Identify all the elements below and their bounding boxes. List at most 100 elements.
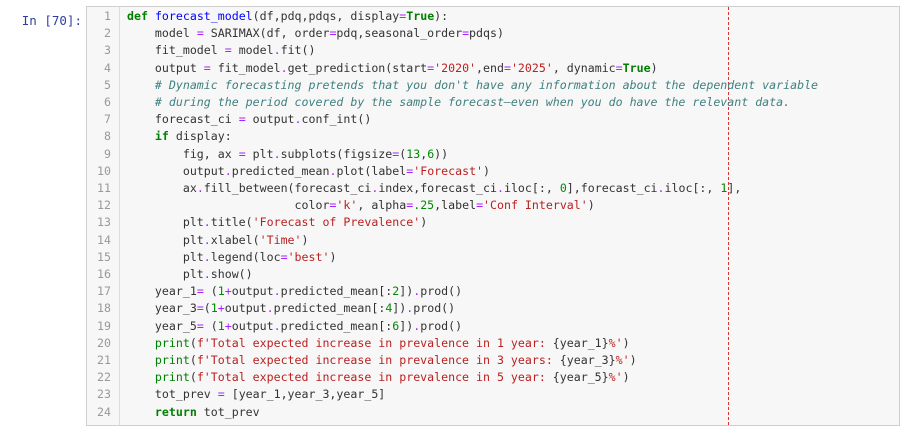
code-token: plt xyxy=(127,232,204,247)
code-text: year_3=(1+output.predicted_mean[:4]).pro… xyxy=(127,300,455,317)
code-text: forecast_ci = output.conf_int() xyxy=(127,111,371,128)
code-token: ) xyxy=(301,232,309,247)
code-line[interactable]: 6 # during the period covered by the sam… xyxy=(87,94,899,111)
code-token: plt xyxy=(127,249,204,264)
code-token: tot_prev xyxy=(127,387,218,402)
code-line[interactable]: 12 color='k', alpha=.25,label='Conf Inte… xyxy=(87,197,899,214)
code-text: output = fit_model.get_prediction(start =… xyxy=(127,60,658,77)
code-text: print(f'Total expected increase in preva… xyxy=(127,369,630,386)
code-token: )) xyxy=(434,146,449,161)
code-token: . xyxy=(203,215,211,230)
code-token: plt xyxy=(245,146,274,161)
code-token: fit_model xyxy=(127,43,225,58)
code-token: True xyxy=(622,60,651,75)
code-token: # Dynamic forecasting pretends that you … xyxy=(154,77,819,92)
code-token: ]) xyxy=(392,301,407,316)
code-token: 'best' xyxy=(287,249,330,264)
code-token: 1 xyxy=(217,284,225,299)
code-line[interactable]: 19 year_5= (1+output.predicted_mean[:6])… xyxy=(87,318,899,335)
code-line[interactable]: 7 forecast_ci = output.conf_int() xyxy=(87,111,899,128)
code-line[interactable]: 2 model = SARIMAX(df, order=pdq,seasonal… xyxy=(87,25,899,42)
code-text: def forecast_model(df,pdq,pdqs, display=… xyxy=(127,8,448,25)
code-line[interactable]: 23 tot_prev = [year_1,year_3,year_5] xyxy=(87,386,899,403)
code-token: fit() xyxy=(280,43,316,58)
code-text: plt.title('Forecast of Prevalence') xyxy=(127,214,427,231)
code-line[interactable]: 24 return tot_prev xyxy=(87,404,899,421)
code-line[interactable]: 11 ax.fill_between(forecast_ci.index,for… xyxy=(87,180,899,197)
code-line[interactable]: 10 output.predicted_mean.plot(label='For… xyxy=(87,163,899,180)
code-token: get_prediction(start xyxy=(287,60,428,75)
code-line[interactable]: 21 print(f'Total expected increase in pr… xyxy=(87,352,899,369)
code-line[interactable]: 9 fig, ax = plt.subplots(figsize=(13,6)) xyxy=(87,146,899,163)
code-token: return xyxy=(154,404,197,419)
code-token: . xyxy=(266,301,274,316)
code-line[interactable]: 5 # Dynamic forecasting pretends that yo… xyxy=(87,77,899,94)
code-line[interactable]: 15 plt.legend(loc='best') xyxy=(87,249,899,266)
code-token: output xyxy=(245,112,295,127)
code-line[interactable]: 18 year_3=(1+output.predicted_mean[:4]).… xyxy=(87,300,899,317)
code-token: = xyxy=(476,198,484,213)
code-line[interactable]: 14 plt.xlabel('Time') xyxy=(87,232,899,249)
code-token: display: xyxy=(168,129,232,144)
code-token: fit_model xyxy=(210,60,281,75)
code-token: . xyxy=(224,163,232,178)
code-token: xlabel( xyxy=(210,232,260,247)
code-token: (df,pdq,pdqs, display xyxy=(252,9,400,23)
code-line[interactable]: 3 fit_model = model.fit() xyxy=(87,42,899,59)
line-number: 11 xyxy=(97,181,111,195)
line-number: 16 xyxy=(97,267,111,281)
code-token: year_3 xyxy=(127,301,197,316)
code-token: plt xyxy=(127,215,204,230)
code-token: . xyxy=(203,249,211,264)
code-line[interactable]: 16 plt.show() xyxy=(87,266,899,283)
code-text: plt.legend(loc='best') xyxy=(127,249,337,266)
code-token: ,label xyxy=(434,198,477,213)
code-text: return tot_prev xyxy=(127,404,260,421)
code-token: prod() xyxy=(420,318,463,333)
code-line[interactable]: 1 def forecast_model(df,pdq,pdqs, display… xyxy=(87,8,899,25)
code-token: [year_1,year_3,year_5] xyxy=(224,387,386,402)
code-line[interactable]: 4 output = fit_model.get_prediction(star… xyxy=(87,60,899,77)
code-token: print xyxy=(154,353,190,367)
code-token: + xyxy=(224,318,232,333)
code-token: forecast_ci xyxy=(127,112,239,127)
code-token: ) xyxy=(420,215,428,230)
code-token: 'Forecast' xyxy=(413,163,484,178)
code-text: output.predicted_mean.plot(label='Foreca… xyxy=(127,163,490,180)
code-line[interactable]: 20 print(f'Total expected increase in pr… xyxy=(87,335,899,352)
code-token: ax xyxy=(127,181,197,195)
line-number: 13 xyxy=(97,215,111,230)
line-number: 3 xyxy=(104,43,111,58)
code-token: # during the period covered by the sampl… xyxy=(154,95,791,109)
code-text: if display: xyxy=(127,128,232,145)
code-token: . xyxy=(273,43,281,58)
code-token: show() xyxy=(210,267,253,281)
code-token: fig, ax xyxy=(127,146,239,161)
code-token: = xyxy=(196,301,204,316)
code-line[interactable]: 8 if display: xyxy=(87,128,899,145)
code-token: . xyxy=(496,181,504,195)
code-line[interactable]: 13 plt.title('Forecast of Prevalence') xyxy=(87,214,899,231)
code-line[interactable]: 22 print(f'Total expected increase in pr… xyxy=(87,369,899,386)
code-token: + xyxy=(224,284,232,299)
code-token: {year_3} xyxy=(559,353,616,367)
line-number: 9 xyxy=(104,146,111,161)
code-line[interactable]: 17 year_1= (1+output.predicted_mean[:2])… xyxy=(87,283,899,300)
code-token: forecast_model xyxy=(154,9,253,23)
code-text: fit_model = model.fit() xyxy=(127,42,316,59)
code-token: pdqs) xyxy=(469,26,504,41)
line-number: 20 xyxy=(97,335,111,350)
line-number: 1 xyxy=(104,9,111,23)
code-token: ,end xyxy=(476,60,504,75)
code-token: '2025' xyxy=(510,60,553,75)
code-editor[interactable]: 1 def forecast_model(df,pdq,pdqs, display… xyxy=(86,6,900,426)
line-number: 5 xyxy=(104,77,111,92)
line-number: 17 xyxy=(97,284,111,299)
line-number: 14 xyxy=(97,232,111,247)
line-number: 18 xyxy=(97,301,111,316)
line-number: 12 xyxy=(97,198,111,213)
code-token: output xyxy=(224,301,267,316)
line-number: 2 xyxy=(104,26,111,41)
